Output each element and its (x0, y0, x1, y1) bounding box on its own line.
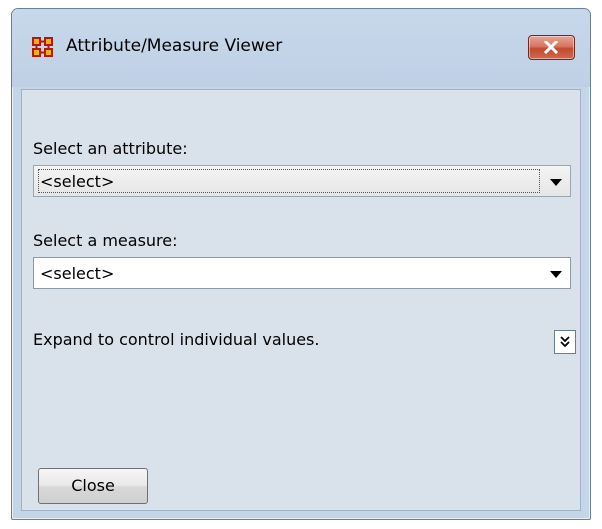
window-title: Attribute/Measure Viewer (66, 36, 283, 56)
close-button[interactable]: Close (38, 468, 148, 504)
measure-label: Select a measure: (33, 231, 178, 250)
measure-select[interactable]: <select> (33, 257, 571, 289)
title-bar[interactable]: Attribute/Measure Viewer (12, 9, 590, 87)
expand-button[interactable] (554, 330, 576, 354)
attribute-label: Select an attribute: (33, 139, 188, 158)
attribute-select[interactable]: <select> (33, 165, 571, 197)
chevron-down-icon (550, 179, 562, 186)
expand-description: Expand to control individual values. (33, 330, 320, 349)
dialog-content: Select an attribute: <select> Select a m… (21, 89, 581, 511)
close-icon (544, 41, 558, 54)
chevron-down-icon (550, 271, 562, 278)
measure-select-value: <select> (40, 264, 115, 283)
attribute-measure-viewer-window: Attribute/Measure Viewer Select an attri… (11, 8, 591, 520)
window-close-button[interactable] (528, 35, 575, 60)
double-chevron-down-icon (560, 336, 570, 348)
network-nodes-icon (31, 35, 55, 59)
attribute-select-value: <select> (40, 172, 115, 191)
